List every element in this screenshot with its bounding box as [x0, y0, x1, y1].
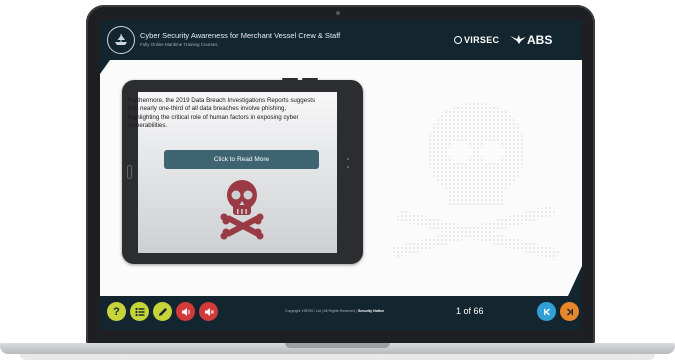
course-footer [100, 296, 582, 330]
course-header: Cyber Security Awareness for Merchant Ve… [100, 20, 582, 60]
abs-logo-text: ABS [527, 33, 553, 47]
background-skull-icon [391, 102, 561, 260]
previous-button[interactable] [537, 302, 556, 321]
volume-icon [181, 307, 190, 316]
course-title: Cyber Security Awareness for Merchant Ve… [140, 31, 341, 40]
laptop-notch [285, 343, 390, 348]
virsec-logo: VIRSEC [454, 35, 499, 45]
mute-icon [204, 307, 214, 316]
tablet-home-button [127, 165, 132, 179]
ship-seal-icon [107, 26, 135, 54]
abs-logo: ABS [510, 33, 552, 47]
volume-button[interactable] [176, 302, 195, 321]
mute-button[interactable] [199, 302, 218, 321]
course-subtitle: Fully Online Maritime Training Courses [140, 42, 218, 47]
next-button[interactable] [560, 302, 579, 321]
notes-button[interactable] [153, 302, 172, 321]
copyright-text: Copyright VIRSEC Ltd | All Rights Reserv… [285, 309, 384, 313]
page-indicator: 1 of 66 [456, 306, 484, 316]
eagle-icon [510, 35, 526, 44]
tablet-volume-button [282, 78, 298, 80]
skip-previous-icon [543, 307, 550, 316]
pencil-icon [158, 307, 167, 316]
read-more-button[interactable]: Click to Read More [164, 150, 319, 169]
virsec-mark-icon [454, 36, 462, 44]
tablet-sensor [347, 166, 349, 168]
tablet-power-button [302, 78, 318, 80]
laptop-camera [336, 11, 340, 15]
menu-button[interactable] [130, 302, 149, 321]
virsec-logo-text: VIRSEC [464, 35, 500, 45]
corner-accent-bottom [568, 266, 582, 296]
slide-body-text: Furthermore, the 2019 Data Breach Invest… [128, 97, 316, 129]
copyright-label: Copyright VIRSEC Ltd | All Rights Reserv… [285, 309, 357, 313]
menu-list-icon [134, 307, 144, 316]
skull-crossbones-icon [220, 180, 264, 240]
skip-next-icon [566, 307, 573, 316]
laptop-shadow [20, 354, 655, 360]
tablet-camera [347, 158, 349, 160]
laptop-screen: Cyber Security Awareness for Merchant Ve… [100, 20, 582, 330]
help-icon: ? [113, 305, 120, 318]
corner-accent-top [100, 60, 110, 74]
help-button[interactable]: ? [107, 302, 126, 321]
security-notice-link[interactable]: Security Notice [358, 309, 384, 313]
